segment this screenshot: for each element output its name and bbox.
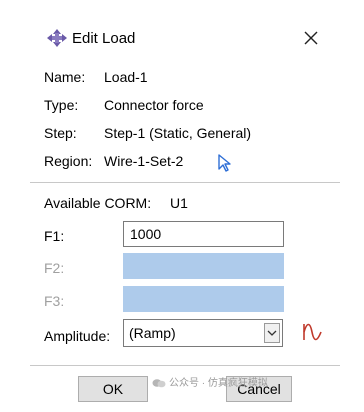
edit-load-dialog: Edit Load Name: Load-1 Type: Connector f… bbox=[30, 12, 340, 410]
divider-bottom bbox=[30, 365, 340, 366]
select-arrow-icon[interactable] bbox=[217, 154, 233, 172]
region-label: Region: bbox=[44, 153, 93, 169]
wechat-icon bbox=[152, 378, 166, 388]
name-label: Name: bbox=[44, 69, 86, 85]
f1-label: F1: bbox=[44, 228, 65, 244]
step-label: Step: bbox=[44, 125, 77, 141]
f1-input[interactable]: 1000 bbox=[123, 221, 284, 247]
load-arrows-icon bbox=[47, 29, 67, 47]
chevron-down-icon[interactable] bbox=[264, 323, 280, 343]
ok-button[interactable]: OK bbox=[78, 376, 148, 402]
amplitude-label: Amplitude: bbox=[44, 328, 111, 344]
dialog-title: Edit Load bbox=[72, 30, 136, 47]
watermark-text: 公众号 · 仿真疯狂模拟 bbox=[169, 378, 268, 389]
close-icon[interactable] bbox=[303, 30, 319, 46]
region-value: Wire-1-Set-2 bbox=[104, 153, 184, 169]
type-label: Type: bbox=[44, 97, 79, 113]
corm-label: Available CORM: bbox=[44, 195, 152, 211]
title-bar: Edit Load bbox=[30, 12, 340, 52]
f2-label: F2: bbox=[44, 260, 65, 276]
divider-top bbox=[30, 182, 340, 183]
amplitude-curve-icon[interactable] bbox=[301, 321, 323, 343]
amplitude-select[interactable]: (Ramp) bbox=[123, 319, 283, 347]
f2-input[interactable] bbox=[123, 253, 284, 279]
f3-input[interactable] bbox=[123, 286, 284, 312]
region-row: Region: Wire-1-Set-2 bbox=[44, 153, 244, 173]
step-value: Step-1 (Static, General) bbox=[104, 125, 252, 141]
name-value: Load-1 bbox=[104, 69, 148, 85]
f3-label: F3: bbox=[44, 293, 65, 309]
corm-value: U1 bbox=[170, 195, 188, 211]
amplitude-selected-value: (Ramp) bbox=[129, 325, 176, 341]
watermark: 公众号 · 仿真疯狂模拟 bbox=[152, 374, 268, 389]
type-value: Connector force bbox=[104, 97, 204, 113]
